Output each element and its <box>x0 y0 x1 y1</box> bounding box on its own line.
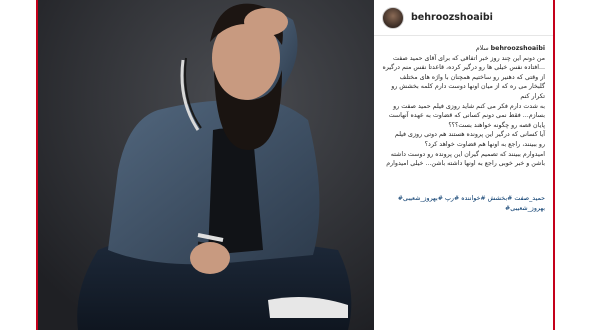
caption-line: رو ببینند، راجع به اونها هم قضاوت خواهد … <box>424 140 545 148</box>
caption-line: تکرار کنم <box>520 92 545 100</box>
hashtag-line[interactable]: حمید_صفت #بخشش #خواننده #رپ #بهروز_شعیبی… <box>398 195 545 202</box>
avatar[interactable] <box>382 7 404 29</box>
hashtag-line-2[interactable]: بهروز_شعیبی# <box>505 205 545 212</box>
caption: behroozshoaibi سلام من دونم این چند روز … <box>379 44 545 169</box>
caption-line: گلبخار می ره که از میان اونها دوست دارم … <box>391 83 545 91</box>
caption-line: پایان قصه رو چگونه خواهند بست؟؟؟ <box>448 121 545 129</box>
caption-username[interactable]: behroozshoaibi <box>491 45 545 52</box>
username-link[interactable]: behroozshoaibi <box>411 12 493 23</box>
caption-line: باشن و خبر خوبی راجع به اونها داشته باشن… <box>386 160 545 168</box>
caption-greeting: سلام <box>475 45 489 52</box>
caption-lines: من دونم این چند روز خبر اتفاقی که برای آ… <box>379 54 545 169</box>
caption-line: ...افتاده نفس خیلی ها رو درگیر کرده، قاع… <box>382 64 545 72</box>
caption-line: بسازم... فقط نمی دونم کسانی که قضاوت به … <box>388 112 545 120</box>
caption-line: به شدت دارم فکر می کنم شاید روزی فیلم حم… <box>393 102 545 110</box>
caption-line: من دونم این چند روز خبر اتفاقی که برای آ… <box>393 54 545 62</box>
caption-first-line: behroozshoaibi سلام <box>379 44 545 54</box>
post-sidebar: behroozshoaibi behroozshoaibi سلام من دو… <box>374 0 553 330</box>
man-portrait-image <box>38 0 374 330</box>
caption-line: آیا کسانی که درگیر این پرونده هستند هم د… <box>394 131 545 139</box>
caption-line: امیدوارم ببینند که تصمیم گیران این پروند… <box>390 150 545 158</box>
caption-line: از وقتی که دهنیر رو ساختیم همچنان با واژ… <box>399 73 545 81</box>
post-header: behroozshoaibi <box>374 0 553 36</box>
post-photo[interactable] <box>38 0 374 330</box>
hashtags: حمید_صفت #بخشش #خواننده #رپ #بهروز_شعیبی… <box>379 194 545 213</box>
